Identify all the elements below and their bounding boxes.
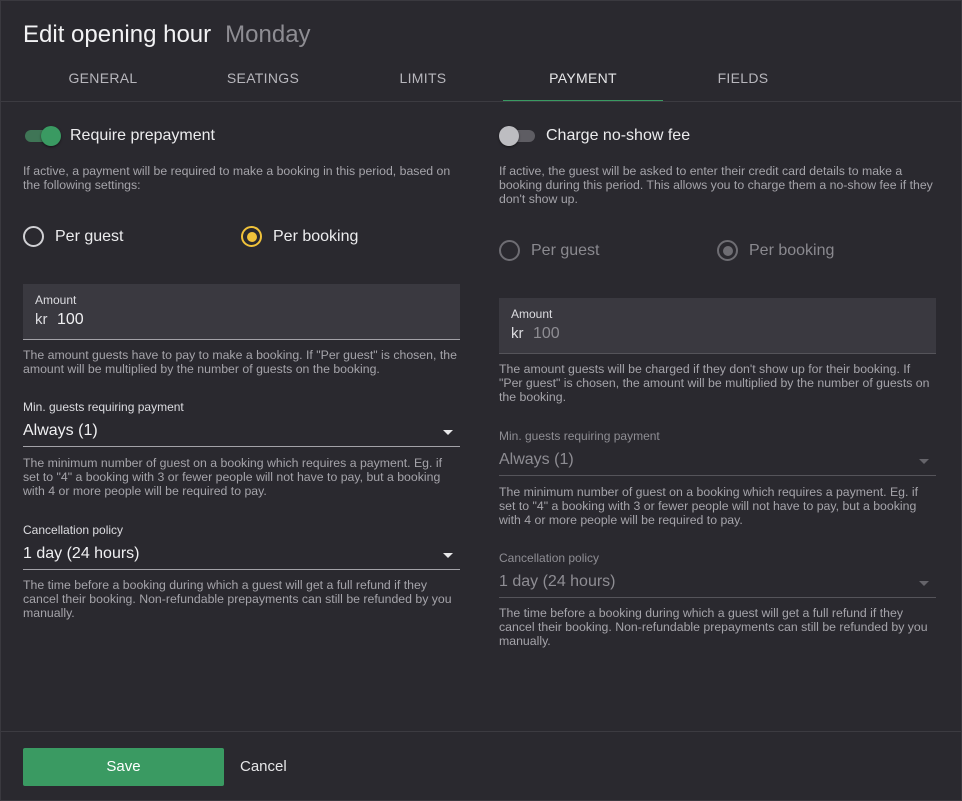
amount-value: 100 [57,311,84,328]
prepayment-radio-per-booking[interactable]: Per booking [241,226,358,247]
prepayment-radio-per-guest[interactable]: Per guest [23,226,123,247]
noshow-amount-help: The amount guests will be charged if the… [499,362,930,404]
tab-limits[interactable]: LIMITS [343,59,503,102]
noshow-description: If active, the guest will be asked to en… [499,164,933,206]
noshow-amount-input[interactable]: Amount kr 100 [499,298,936,354]
dialog-subtitle: Monday [225,21,311,48]
currency-prefix: kr [511,325,524,342]
amount-label: Amount [511,307,553,321]
tab-general[interactable]: GENERAL [23,59,183,102]
prepayment-cancellation-select[interactable]: 1 day (24 hours) [23,542,460,570]
radio-checked-icon [717,240,738,261]
cancel-button[interactable]: Cancel [240,748,287,786]
dropdown-arrow-icon [919,581,929,586]
select-value: Always (1) [499,451,574,468]
noshow-min-guests-help: The minimum number of guest on a booking… [499,485,918,527]
tabs-divider [1,101,961,102]
prepayment-min-guests-help: The minimum number of guest on a booking… [23,456,442,498]
toggle-knob [499,126,519,146]
edit-opening-hour-dialog: Edit opening hour Monday GENERAL SEATING… [0,0,962,801]
select-value: 1 day (24 hours) [499,573,616,590]
toggle-knob [41,126,61,146]
select-value: 1 day (24 hours) [23,545,140,562]
prepayment-amount-help: The amount guests have to pay to make a … [23,348,457,376]
noshow-toggle-label: Charge no-show fee [546,127,691,144]
prepayment-min-guests-label: Min. guests requiring payment [23,400,184,414]
prepayment-toggle-row: Require prepayment [23,125,215,147]
select-value: Always (1) [23,422,98,439]
amount-value: 100 [533,325,560,342]
prepayment-description: If active, a payment will be required to… [23,164,451,192]
dialog-header: Edit opening hour Monday [23,21,311,51]
tab-seatings[interactable]: SEATINGS [183,59,343,102]
dialog-title: Edit opening hour [23,21,212,48]
prepayment-amount-input[interactable]: Amount kr 100 [23,284,460,340]
amount-label: Amount [35,293,77,307]
prepayment-cancellation-label: Cancellation policy [23,523,124,537]
noshow-radio-per-booking[interactable]: Per booking [717,240,834,261]
noshow-cancellation-label: Cancellation policy [499,551,600,565]
radio-label: Per guest [55,227,124,245]
dropdown-arrow-icon [443,430,453,435]
footer-divider [1,731,961,732]
radio-label: Per booking [749,241,835,259]
radio-unchecked-icon [499,240,520,261]
noshow-cancellation-select[interactable]: 1 day (24 hours) [499,570,936,598]
tab-bar: GENERAL SEATINGS LIMITS PAYMENT FIELDS [23,59,961,102]
radio-unchecked-icon [23,226,44,247]
noshow-radio-per-guest[interactable]: Per guest [499,240,599,261]
tab-payment[interactable]: PAYMENT [503,59,663,102]
currency-prefix: kr [35,311,48,328]
prepayment-toggle[interactable] [23,126,61,146]
prepayment-min-guests-select[interactable]: Always (1) [23,419,460,447]
noshow-toggle[interactable] [499,126,537,146]
tab-fields[interactable]: FIELDS [663,59,823,102]
radio-label: Per guest [531,241,600,259]
noshow-min-guests-label: Min. guests requiring payment [499,429,660,443]
dropdown-arrow-icon [443,553,453,558]
radio-checked-icon [241,226,262,247]
prepayment-cancellation-help: The time before a booking during which a… [23,578,452,620]
prepayment-radio-group: Per guest Per booking [23,226,460,250]
noshow-min-guests-select[interactable]: Always (1) [499,448,936,476]
save-button[interactable]: Save [23,748,224,786]
noshow-toggle-row: Charge no-show fee [499,125,690,147]
prepayment-toggle-label: Require prepayment [70,127,215,144]
dropdown-arrow-icon [919,459,929,464]
noshow-radio-group: Per guest Per booking [499,240,936,264]
radio-label: Per booking [273,227,359,245]
noshow-cancellation-help: The time before a booking during which a… [499,606,928,648]
